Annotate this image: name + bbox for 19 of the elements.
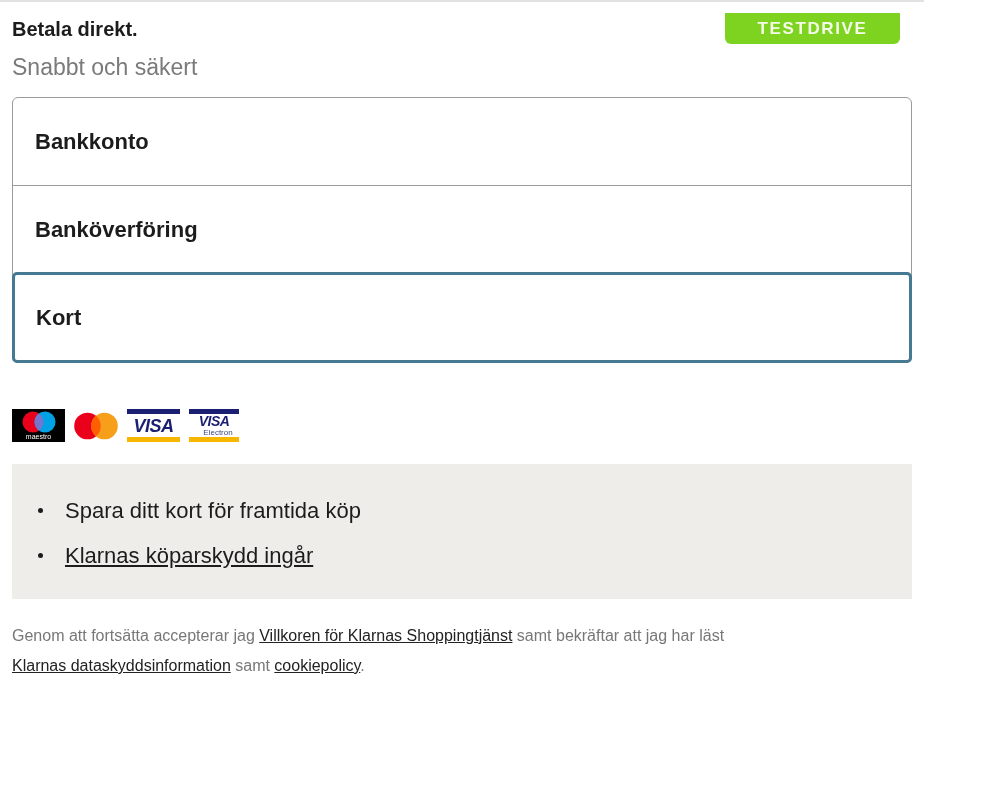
testdrive-badge: TESTDRIVE: [725, 13, 900, 44]
overlapping-circles-icon: [74, 411, 118, 440]
overlapping-circles-icon: [21, 411, 56, 433]
payment-option[interactable]: Banköverföring: [13, 185, 911, 273]
legal-link[interactable]: cookiepolicy: [274, 657, 361, 674]
bullet-icon: [38, 553, 43, 558]
logo-subtext: Electron: [203, 428, 233, 437]
benefit-text: Spara ditt kort för framtida köp: [65, 496, 361, 525]
legal-link[interactable]: Klarnas dataskyddsinformation: [12, 657, 231, 674]
logo-text: VISA: [198, 414, 230, 428]
payment-option[interactable]: Bankkonto: [13, 98, 911, 185]
bullet-icon: [38, 508, 43, 513]
page-subtitle: Snabbt och säkert: [12, 53, 198, 81]
logo-text: VISA: [133, 415, 174, 436]
benefit-link[interactable]: Klarnas köparskydd ingår: [65, 541, 314, 570]
legal-link[interactable]: Villkoren för Klarnas Shoppingtjänst: [259, 627, 513, 644]
page-title: Betala direkt.: [12, 17, 139, 41]
payment-option[interactable]: Kort: [12, 272, 912, 363]
legal-notice: Genom att fortsätta accepterar jag Villkoren för Klarnas Shoppingtjänst samt bekräftar att jag har läst Klarnas dataskyddsinformation samt cookiepolicy.: [12, 626, 726, 676]
